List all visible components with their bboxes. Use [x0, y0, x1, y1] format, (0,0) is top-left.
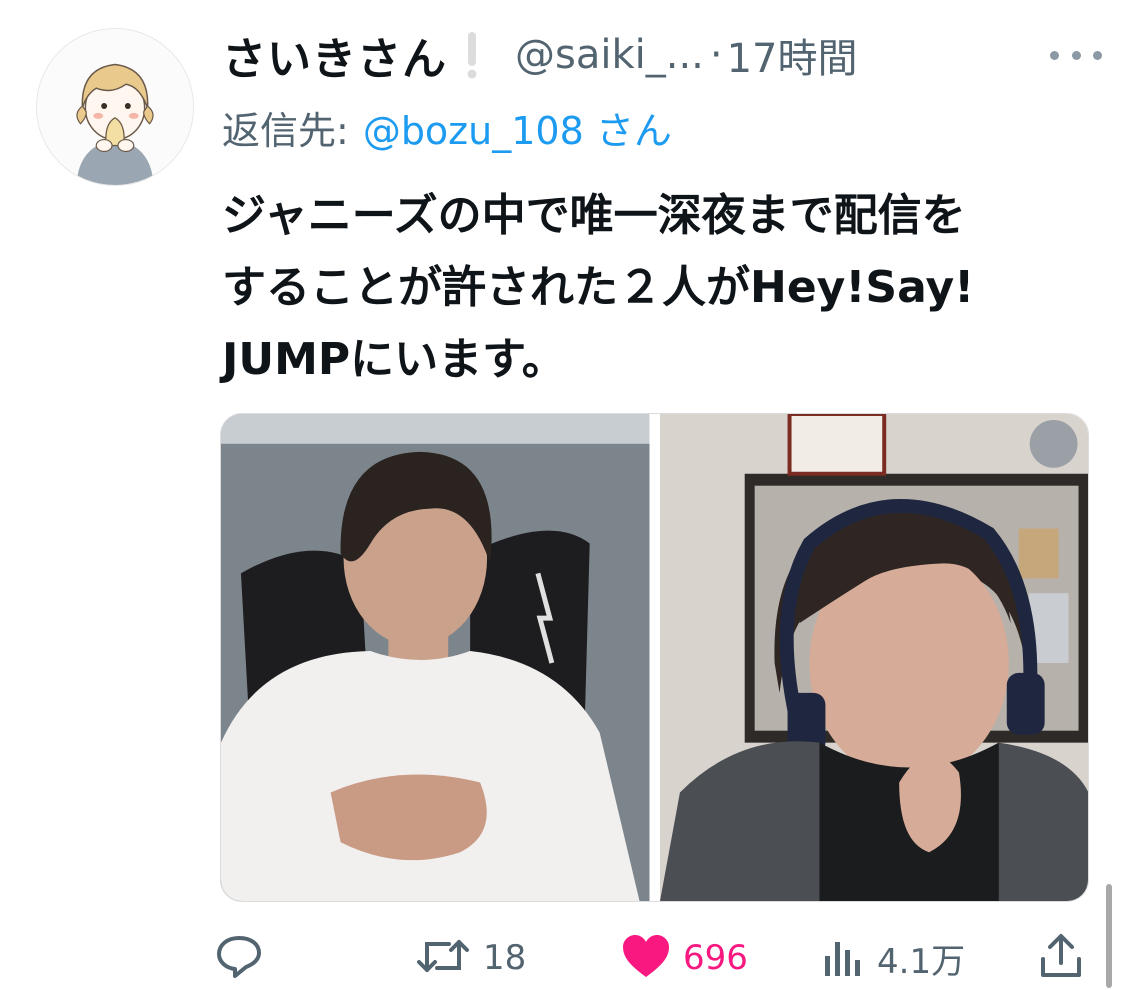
like-count: 696: [683, 938, 748, 978]
author-handle[interactable]: @saiki_...: [515, 32, 704, 78]
heart-icon: [621, 933, 671, 983]
tweet-media[interactable]: [220, 413, 1089, 902]
more-icon[interactable]: [1050, 40, 1102, 70]
avatar[interactable]: [36, 28, 194, 186]
tweet-time[interactable]: 17時間: [727, 26, 858, 84]
views-button[interactable]: 4.1万: [821, 928, 965, 988]
media-photo-right[interactable]: [659, 414, 1088, 901]
tweet-text-line: ジャニーズの中で唯一深夜まで配信を: [222, 190, 966, 241]
reply-mention-link[interactable]: @bozu_108 さん: [363, 109, 672, 153]
retweet-count: 18: [483, 938, 527, 978]
like-button[interactable]: 696: [621, 928, 748, 988]
author-name[interactable]: さいきさん: [222, 23, 447, 87]
views-icon: [821, 934, 865, 982]
media-photo-left[interactable]: [221, 414, 650, 901]
retweet-icon: [415, 932, 471, 984]
exclamation-icon: [457, 27, 487, 83]
tweet-text-line: JUMPにいます。: [222, 334, 566, 385]
share-button[interactable]: [1039, 928, 1083, 988]
reply-to-line: 返信先: @bozu_108 さん: [222, 100, 672, 155]
scrollbar[interactable]: [1106, 884, 1112, 988]
tweet-header: さいきさん @saiki_... · 17時間: [222, 22, 1102, 88]
reply-icon: [215, 932, 263, 984]
action-bar: 18 696 4.1万: [215, 928, 1085, 988]
retweet-button[interactable]: 18: [415, 928, 526, 988]
reply-prefix: 返信先:: [222, 109, 349, 153]
separator-dot: ·: [709, 32, 723, 78]
view-count: 4.1万: [877, 941, 966, 982]
tweet-text: ジャニーズの中で唯一深夜まで配信を することが許された２人がHey!Say! J…: [222, 180, 1092, 396]
tweet-text-line: することが許された２人がHey!Say!: [222, 262, 975, 313]
share-icon: [1039, 933, 1083, 983]
reply-button[interactable]: [215, 928, 275, 988]
avatar-illustration: [37, 29, 193, 185]
